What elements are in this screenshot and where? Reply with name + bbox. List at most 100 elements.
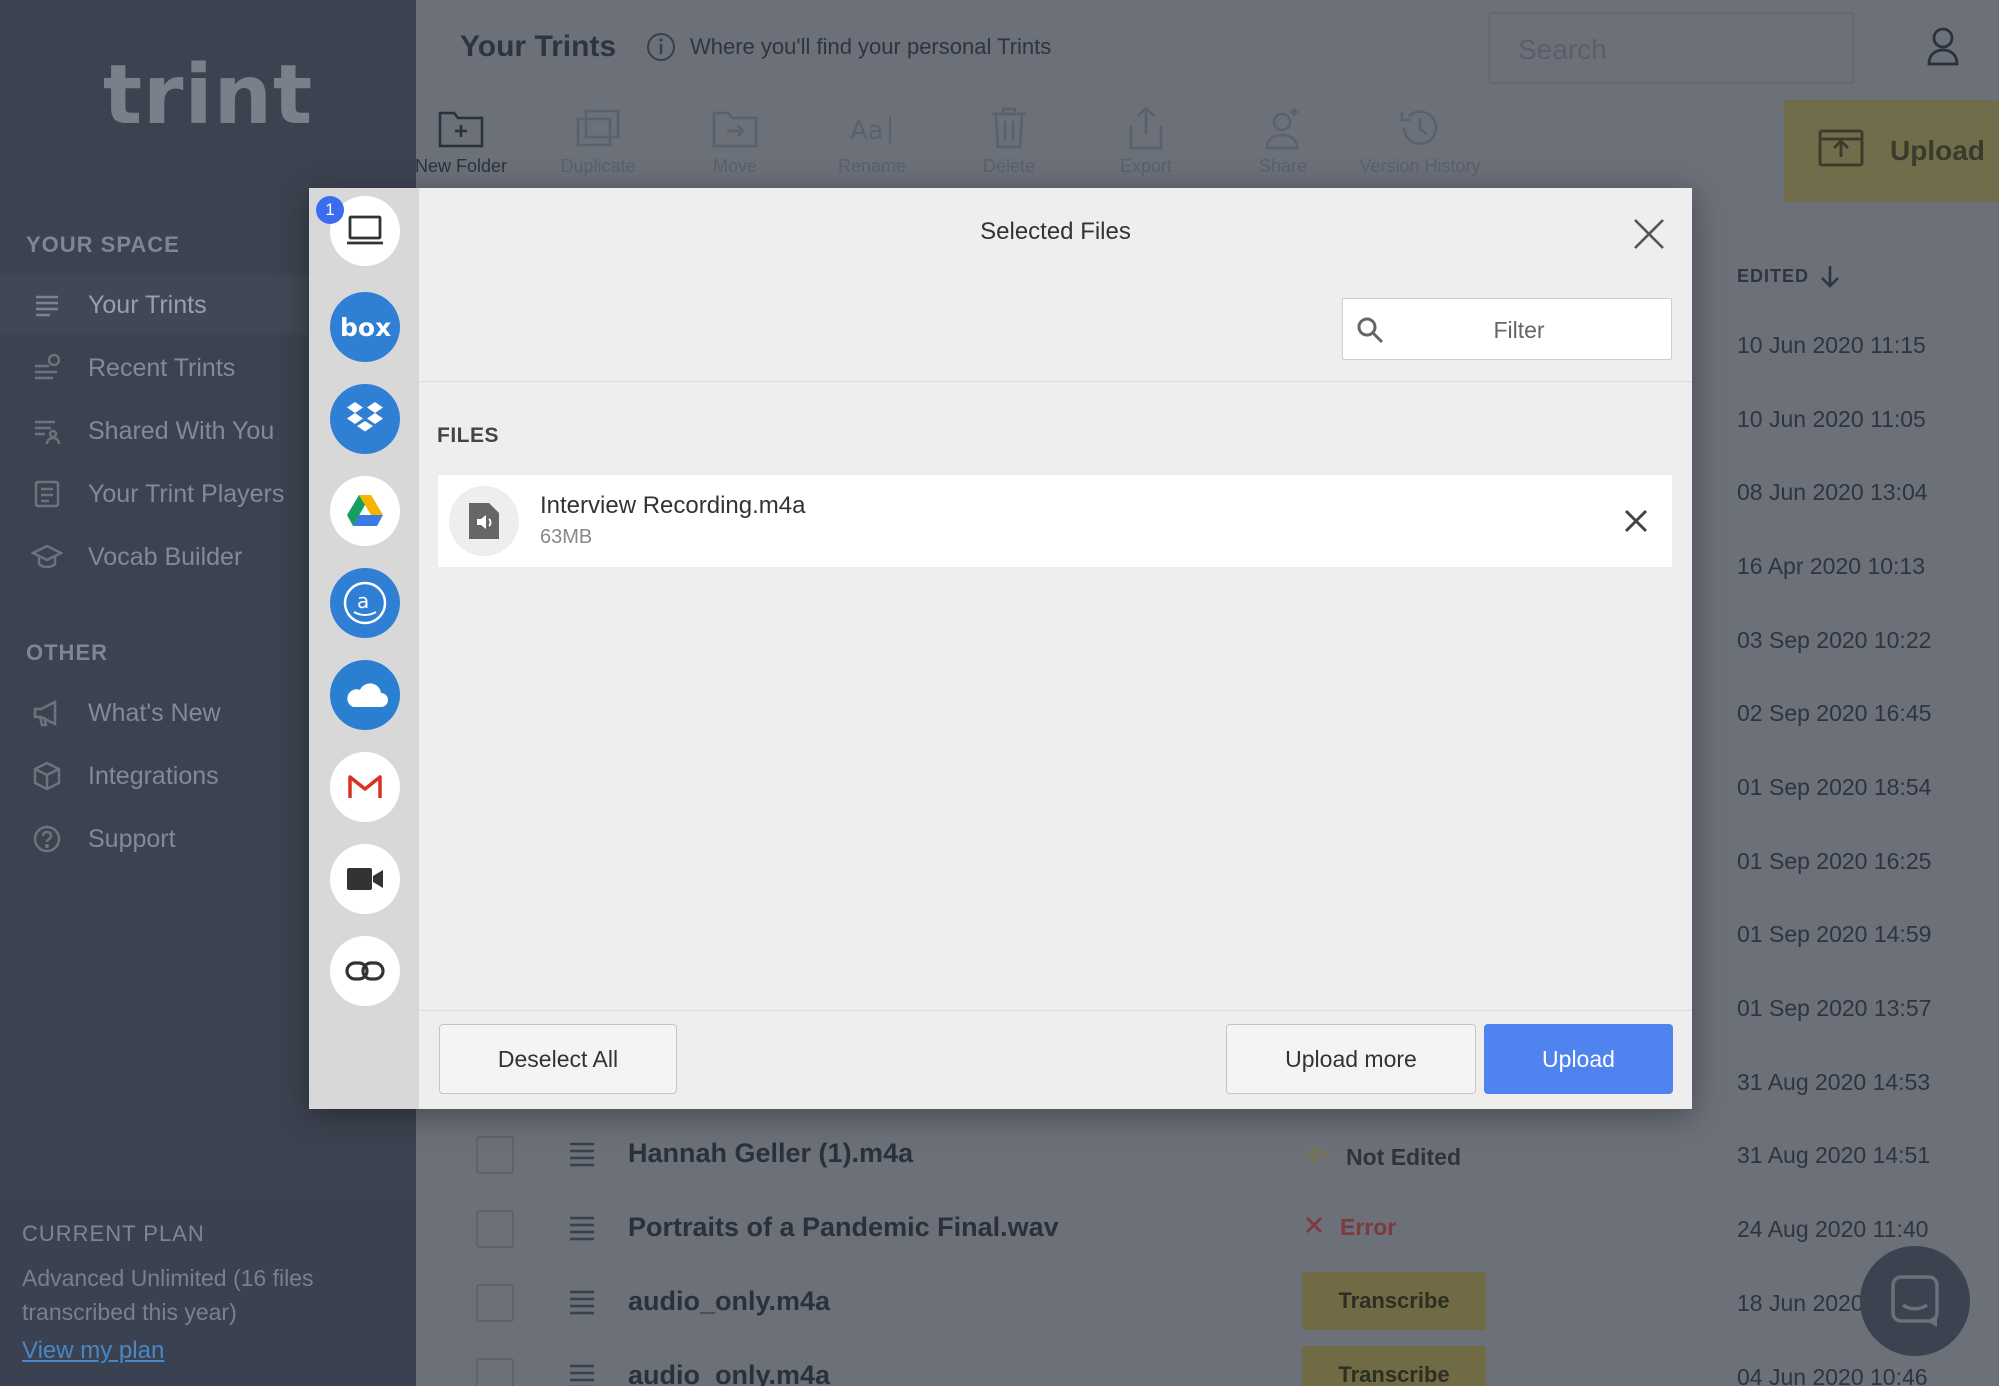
audio-file-icon: [449, 486, 519, 556]
plan-title: CURRENT PLAN: [22, 1221, 205, 1246]
selected-file-row: Interview Recording.m4a 63MB: [438, 475, 1672, 567]
source-amazon-drive[interactable]: a: [330, 568, 400, 638]
history-icon: [1355, 100, 1485, 156]
source-google-drive[interactable]: [330, 476, 400, 546]
waveform-icon: [1304, 1140, 1330, 1174]
upload-button-background[interactable]: Upload: [1784, 100, 1999, 202]
transcribe-button[interactable]: Transcribe: [1302, 1272, 1486, 1330]
sidebar-item-label: Shared With You: [88, 416, 275, 445]
sidebar-item-label: What's New: [88, 698, 221, 727]
divider: [419, 381, 1692, 382]
sidebar-item-label: Vocab Builder: [88, 542, 243, 571]
deselect-all-button[interactable]: Deselect All: [439, 1024, 677, 1094]
duplicate-icon: [533, 100, 663, 156]
file-name[interactable]: audio_only.m4a: [628, 1286, 830, 1317]
file-name[interactable]: Hannah Geller (1).m4a: [628, 1138, 913, 1169]
table-row[interactable]: Hannah Geller (1).m4a Not Edited 31 Aug …: [416, 1118, 1999, 1192]
export-button[interactable]: Export: [1081, 100, 1211, 177]
search-input[interactable]: Search: [1488, 12, 1854, 84]
table-row[interactable]: audio_only.m4a Transcribe 04 Jun 2020 10…: [416, 1340, 1999, 1386]
sidebar-item-label: Support: [88, 824, 176, 853]
source-video[interactable]: [330, 844, 400, 914]
row-date: 08 Jun 2020 13:04: [1737, 479, 1928, 505]
row-date: 03 Sep 2020 10:22: [1737, 627, 1932, 653]
svg-text:a: a: [357, 589, 369, 613]
player-icon: [30, 477, 64, 511]
tool-label: Version History: [1359, 156, 1481, 176]
transcript-icon: [568, 1140, 596, 1173]
row-checkbox[interactable]: [476, 1284, 514, 1322]
page-subtitle: Where you'll find your personal Trints: [690, 34, 1052, 59]
sidebar-item-label: Integrations: [88, 761, 219, 790]
new-folder-button[interactable]: New Folder: [396, 100, 526, 177]
source-box[interactable]: box: [330, 292, 400, 362]
source-gmail[interactable]: [330, 752, 400, 822]
row-checkbox[interactable]: [476, 1210, 514, 1248]
info-icon[interactable]: [646, 32, 676, 67]
transcript-icon: [568, 1288, 596, 1321]
edited-header-label: EDITED: [1737, 265, 1810, 286]
error-x-icon: [1304, 1214, 1324, 1241]
user-icon[interactable]: [1926, 26, 1960, 71]
upload-icon: [1818, 127, 1864, 176]
arrow-down-icon: [1821, 266, 1839, 288]
row-date: 10 Jun 2020 11:05: [1737, 406, 1926, 432]
close-button[interactable]: [1631, 216, 1667, 252]
row-date: 01 Sep 2020 18:54: [1737, 774, 1932, 800]
share-user-icon: [1218, 100, 1348, 156]
row-date: 04 Jun 2020 10:46: [1737, 1364, 1928, 1386]
upload-button[interactable]: Upload: [1484, 1024, 1673, 1094]
upload-more-button[interactable]: Upload more: [1226, 1024, 1476, 1094]
selected-count-badge: 1: [316, 196, 344, 224]
upload-label: Upload: [1890, 135, 1985, 166]
filter-input[interactable]: Filter: [1342, 298, 1672, 360]
tool-label: Export: [1119, 156, 1173, 176]
source-dropbox[interactable]: [330, 384, 400, 454]
row-date: 10 Jun 2020 11:15: [1737, 332, 1926, 358]
table-row[interactable]: audio_only.m4a Transcribe 18 Jun 2020: [416, 1266, 1999, 1340]
move-button[interactable]: Move: [670, 100, 800, 177]
transcribe-button[interactable]: Transcribe: [1302, 1346, 1486, 1386]
rename-button[interactable]: Aa Rename: [807, 100, 937, 177]
modal-title: Selected Files: [980, 218, 1131, 245]
row-date: 31 Aug 2020 14:51: [1737, 1142, 1931, 1168]
remove-file-button[interactable]: [1622, 507, 1650, 535]
toolbar: New Folder Duplicate Move Aa Rename Dele…: [415, 100, 1999, 188]
version-history-button[interactable]: Version History: [1355, 100, 1485, 177]
trint-logo[interactable]: trint: [0, 48, 416, 143]
source-onedrive[interactable]: [330, 660, 400, 730]
view-plan-link[interactable]: View my plan: [22, 1337, 164, 1365]
chat-button[interactable]: [1860, 1246, 1970, 1356]
status-label: Not Edited: [1346, 1143, 1461, 1170]
row-date: 01 Sep 2020 16:25: [1737, 848, 1932, 874]
delete-button[interactable]: Delete: [944, 100, 1074, 177]
filter-placeholder: Filter: [1493, 317, 1545, 343]
export-icon: [1081, 100, 1211, 156]
shared-icon: [30, 414, 64, 448]
svg-text:Aa: Aa: [850, 116, 884, 146]
row-checkbox[interactable]: [476, 1358, 514, 1386]
close-icon: [1624, 509, 1648, 533]
tool-label: Move: [712, 156, 757, 176]
other-title: OTHER: [26, 640, 108, 665]
topbar: Your Trints Where you'll find your perso…: [416, 0, 1999, 96]
status-label: Error: [1340, 1214, 1397, 1240]
sidebar-item-label: Your Trints: [88, 290, 207, 319]
folder-plus-icon: [396, 100, 526, 156]
svg-text:box: box: [340, 313, 391, 342]
trash-icon: [944, 100, 1074, 156]
file-name[interactable]: Portraits of a Pandemic Final.wav: [628, 1212, 1059, 1243]
computer-icon: [347, 215, 383, 245]
list-icon: [30, 288, 64, 322]
megaphone-icon: [30, 696, 64, 730]
source-link[interactable]: [330, 936, 400, 1006]
file-name[interactable]: audio_only.m4a: [628, 1360, 830, 1386]
tool-label: Delete: [982, 156, 1036, 176]
edited-column-header[interactable]: EDITED: [1737, 264, 1841, 288]
table-row[interactable]: Portraits of a Pandemic Final.wav Error …: [416, 1192, 1999, 1266]
tool-label: Duplicate: [560, 156, 636, 176]
duplicate-button[interactable]: Duplicate: [533, 100, 663, 177]
row-checkbox[interactable]: [476, 1136, 514, 1174]
onedrive-icon: [347, 683, 388, 707]
share-button[interactable]: Share: [1218, 100, 1348, 177]
